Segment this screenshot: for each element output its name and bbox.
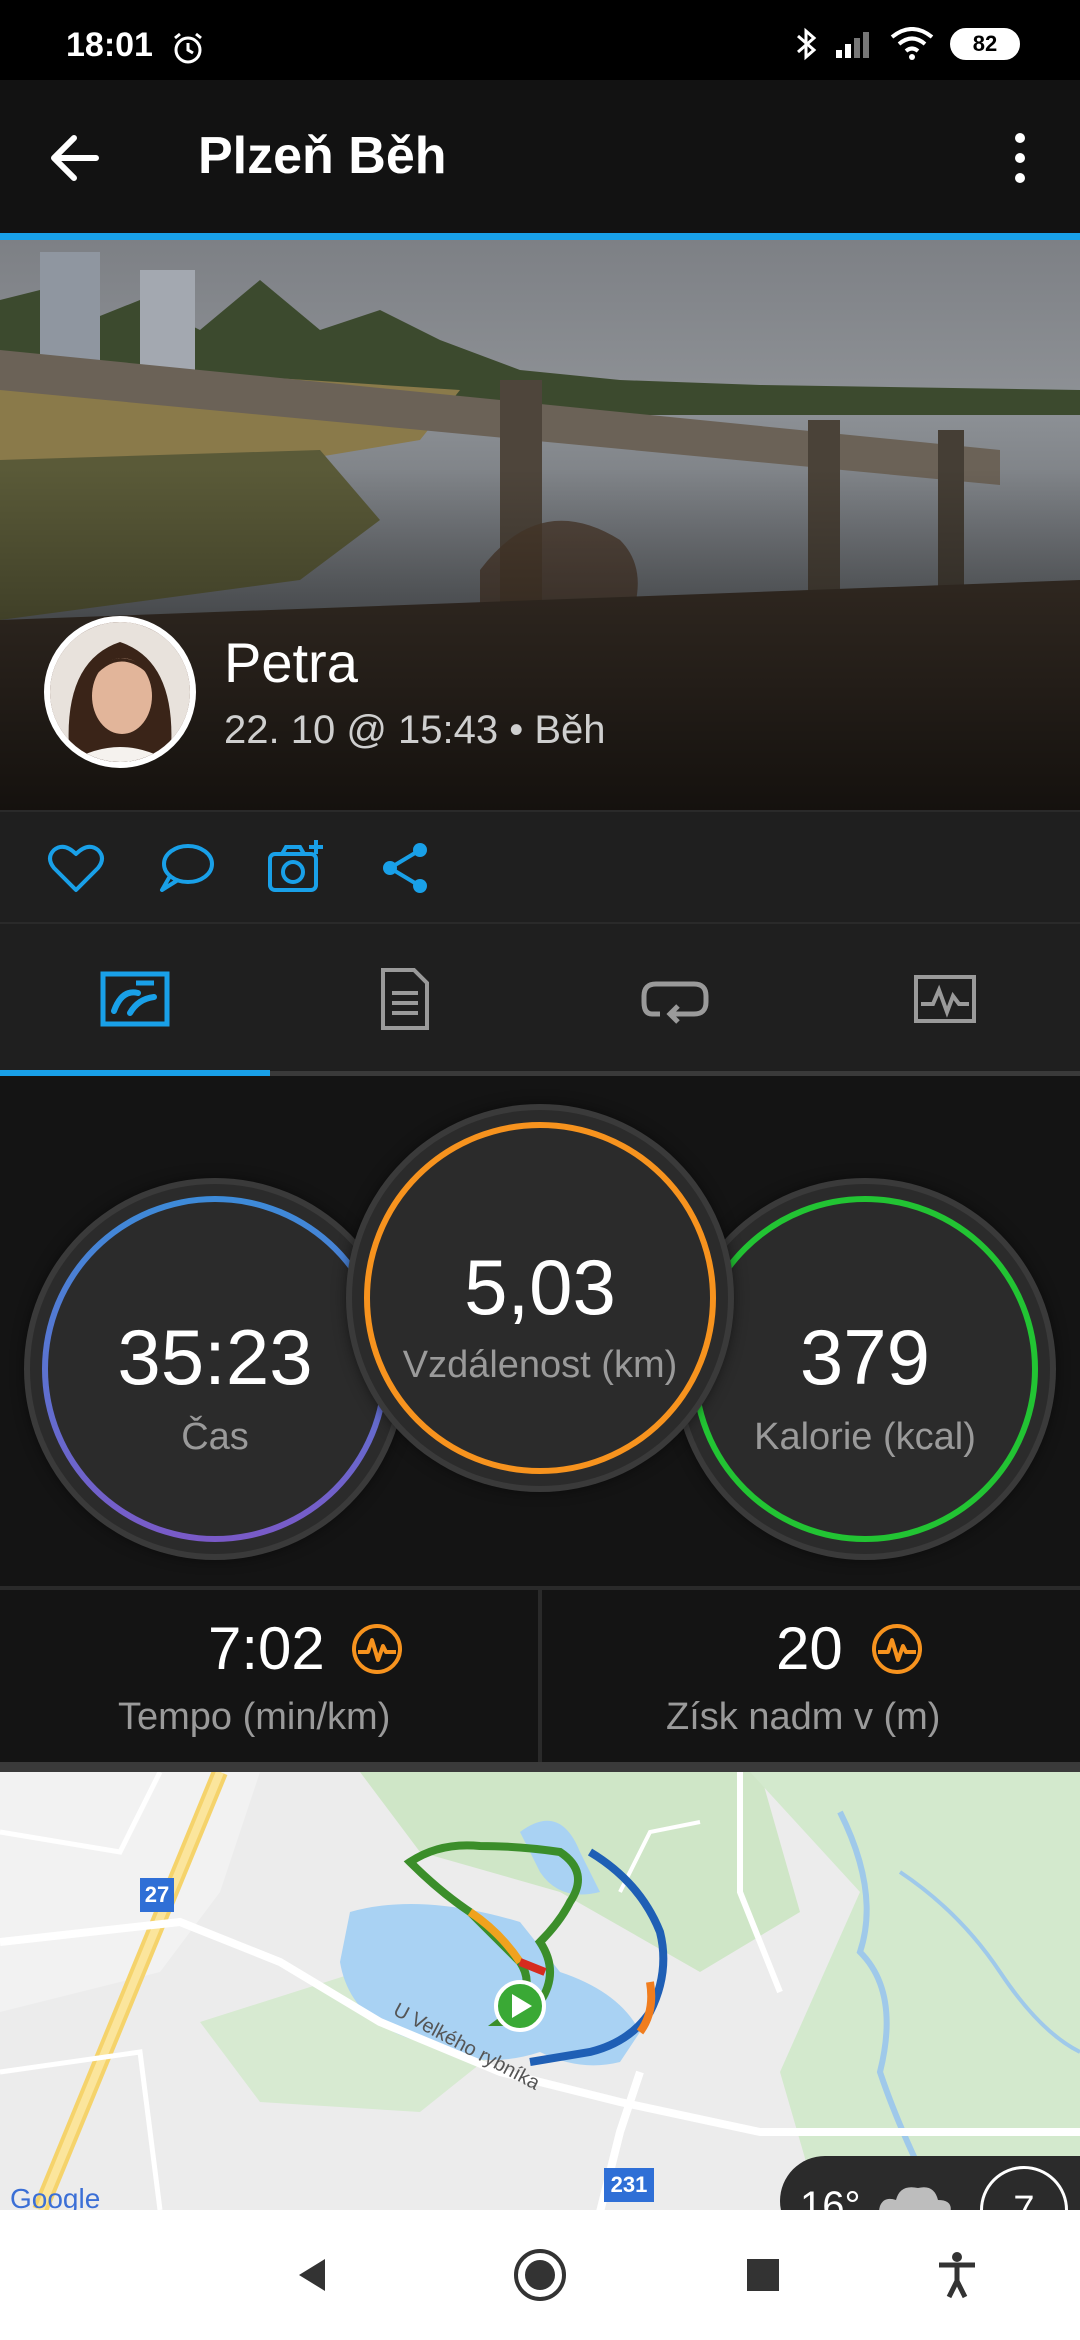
time-stat-circle: 35:23 Čas [30,1184,400,1554]
toolbar [0,80,1080,234]
back-arrow-icon[interactable] [46,122,110,194]
bluetooth-icon [797,27,817,61]
tab-details[interactable] [270,924,540,1074]
calories-value: 379 [799,1313,931,1401]
elevation-value: 20 [776,1615,843,1682]
alarm-icon [174,32,202,64]
user-name[interactable]: Petra [224,630,358,695]
nav-home-icon [514,2249,566,2301]
tab-charts[interactable] [810,924,1080,1074]
share-icon[interactable] [376,838,436,898]
pace-label: Tempo (min/km) [118,1696,391,1738]
tab-laps[interactable] [540,924,810,1074]
comment-icon[interactable] [156,838,216,898]
nav-back-icon [299,2259,325,2291]
toolbar-accent-line [0,233,1080,240]
distance-stat-circle: 5,03 Vzdálenost (km) [352,1110,728,1486]
road-badge-231: 231 [611,2172,648,2197]
charts-graph-icon [914,975,976,1023]
accessibility-button[interactable] [922,2240,992,2310]
nav-home-button[interactable] [505,2240,575,2310]
elevation-activity-icon[interactable] [870,1622,924,1676]
map-canvas: 27 231 U Velkého rybníka Google [0,1772,1080,2210]
details-document-icon [381,968,429,1030]
summary-stats-icon [100,971,170,1027]
calories-label: Kalorie (kcal) [754,1416,976,1458]
status-time: 18:01 [66,26,153,64]
road-badge-27: 27 [145,1882,169,1907]
activity-date-type: 22. 10 @ 15:43 • Běh [224,708,606,752]
pace-activity-icon[interactable] [350,1622,404,1676]
add-photo-icon[interactable] [266,838,326,898]
route-map[interactable]: 27 231 U Velkého rybníka Google [0,1762,1080,2210]
laps-loop-icon [641,981,709,1024]
battery-indicator: 82 [950,28,1020,60]
signal-icon [836,32,869,58]
nav-recents-icon [747,2259,779,2291]
distance-value: 5,03 [464,1243,616,1331]
time-label: Čas [181,1416,249,1458]
nav-back-button[interactable] [278,2240,348,2310]
more-options-icon[interactable] [1000,126,1040,190]
google-logo: Google [10,2183,100,2210]
elevation-label: Získ nadm v (m) [666,1696,941,1738]
tab-summary[interactable] [0,924,270,1074]
time-value: 35:23 [117,1313,313,1401]
calories-stat-circle: 379 Kalorie (kcal) [680,1184,1050,1554]
nav-recents-button[interactable] [728,2240,798,2310]
stats-divider [538,1590,542,1762]
page-title: Plzeň Běh [198,127,447,185]
wifi-icon [890,27,934,60]
user-avatar[interactable] [44,616,196,768]
avatar-photo [50,622,190,762]
pace-value: 7:02 [208,1615,325,1682]
distance-label: Vzdálenost (km) [402,1344,678,1386]
accessibility-icon [939,2252,975,2299]
like-heart-icon[interactable] [46,838,106,898]
